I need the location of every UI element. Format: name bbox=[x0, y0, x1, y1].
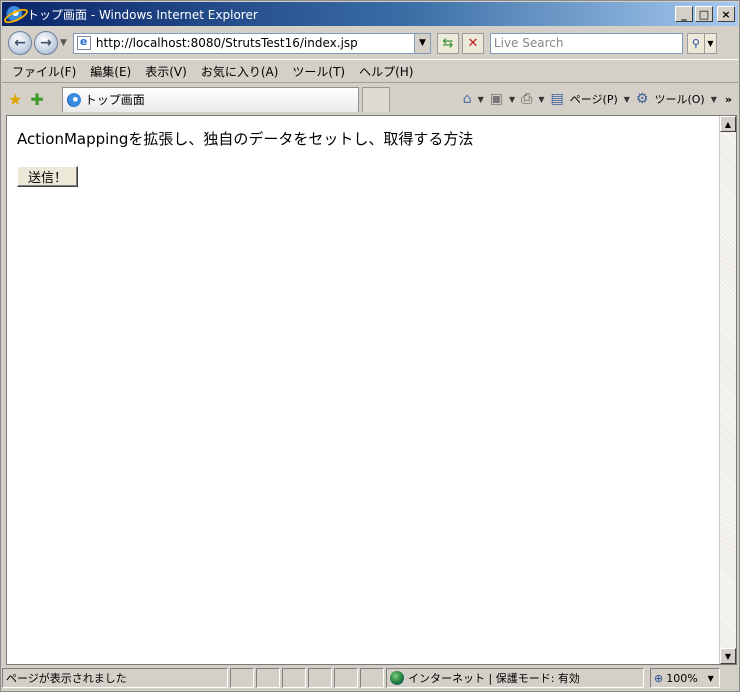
close-button[interactable]: × bbox=[717, 6, 735, 22]
globe-icon bbox=[390, 671, 404, 685]
page-menu-icon: ▤ bbox=[550, 91, 564, 107]
search-options-dropdown[interactable]: ▼ bbox=[704, 32, 717, 54]
status-bar: ページが表示されました インターネット | 保護モード: 有効 ⊕ 100% ▼ bbox=[2, 667, 738, 689]
tools-menu-button[interactable]: ツール(O) bbox=[654, 91, 704, 107]
address-field[interactable]: http://localhost:8080/StrutsTest16/index… bbox=[72, 32, 431, 54]
menu-view[interactable]: 表示(V) bbox=[139, 63, 193, 80]
address-row: ← → ▼ http://localhost:8080/StrutsTest16… bbox=[2, 27, 738, 59]
status-cell bbox=[256, 668, 280, 688]
title-bar: トップ画面 - Windows Internet Explorer _ □ × bbox=[2, 2, 738, 26]
vertical-scrollbar[interactable]: ▲ ▼ bbox=[719, 116, 736, 664]
scroll-up-button[interactable]: ▲ bbox=[720, 116, 736, 132]
back-button[interactable]: ← bbox=[8, 31, 32, 55]
zoom-dropdown[interactable]: ▼ bbox=[708, 674, 714, 683]
ie-window: トップ画面 - Windows Internet Explorer _ □ × … bbox=[0, 0, 740, 692]
search-button[interactable]: ⚲ bbox=[686, 32, 705, 54]
submit-button[interactable]: 送信！ bbox=[17, 166, 79, 187]
command-buttons: ⌂ ▼ ▣ ▼ ⎙ ▼ ▤ ページ(P) ▼ ⚙ ツール(O) ▼ » bbox=[463, 91, 732, 107]
window-title: トップ画面 - Windows Internet Explorer bbox=[27, 7, 258, 22]
forward-button[interactable]: → bbox=[34, 31, 58, 55]
page-viewport: ActionMappingを拡張し、独自のデータをセットし、取得する方法 送信！… bbox=[6, 115, 737, 665]
page-menu-button[interactable]: ページ(P) bbox=[570, 91, 618, 107]
status-cell bbox=[334, 668, 358, 688]
security-zone-label: インターネット | 保護モード: 有効 bbox=[408, 672, 580, 685]
page-heading: ActionMappingを拡張し、独自のデータをセットし、取得する方法 bbox=[17, 130, 474, 148]
status-cell bbox=[360, 668, 384, 688]
page-content: ActionMappingを拡張し、独自のデータをセットし、取得する方法 送信！ bbox=[7, 116, 721, 664]
tab-ie-icon bbox=[66, 92, 81, 107]
stop-icon: ✕ bbox=[467, 35, 479, 51]
menu-file[interactable]: ファイル(F) bbox=[6, 63, 82, 80]
menu-edit[interactable]: 編集(E) bbox=[84, 63, 137, 80]
tab-active[interactable]: トップ画面 bbox=[61, 86, 359, 112]
maximize-button[interactable]: □ bbox=[695, 6, 713, 22]
menu-favorites[interactable]: お気に入り(A) bbox=[195, 63, 285, 80]
tools-menu-dropdown[interactable]: ▼ bbox=[711, 95, 717, 104]
status-cell bbox=[282, 668, 306, 688]
back-arrow-icon: ← bbox=[14, 35, 26, 51]
refresh-icon: ⇆ bbox=[442, 35, 454, 51]
tab-label: トップ画面 bbox=[84, 93, 145, 107]
status-message: ページが表示されました bbox=[2, 668, 228, 688]
status-cell bbox=[230, 668, 254, 688]
minimize-button[interactable]: _ bbox=[675, 6, 693, 22]
menu-help[interactable]: ヘルプ(H) bbox=[353, 63, 419, 80]
zoom-level: 100% bbox=[666, 671, 698, 685]
scroll-down-button[interactable]: ▼ bbox=[720, 648, 736, 664]
status-cell bbox=[308, 668, 332, 688]
forward-arrow-icon: → bbox=[40, 35, 52, 51]
more-commands-chevron-icon[interactable]: » bbox=[725, 93, 732, 106]
zoom-icon: ⊕ bbox=[654, 671, 664, 685]
search-icon: ⚲ bbox=[691, 36, 700, 50]
gear-icon: ⚙ bbox=[635, 91, 649, 107]
menu-bar: ファイル(F) 編集(E) 表示(V) お気に入り(A) ツール(T) ヘルプ(… bbox=[2, 59, 738, 83]
tab-command-bar: ★ ✚ トップ画面 ⌂ ▼ ▣ ▼ ⎙ ▼ ▤ ページ(P) ▼ ⚙ ツール(O… bbox=[2, 84, 738, 114]
stop-button[interactable]: ✕ bbox=[461, 32, 484, 54]
window-controls: _ □ × bbox=[675, 6, 735, 22]
menu-tools[interactable]: ツール(T) bbox=[286, 63, 351, 80]
recent-pages-dropdown[interactable]: ▼ bbox=[60, 38, 67, 48]
feeds-dropdown[interactable]: ▼ bbox=[509, 95, 515, 104]
zoom-control[interactable]: ⊕ 100% ▼ bbox=[650, 668, 720, 688]
search-input[interactable]: Live Search bbox=[489, 32, 683, 54]
print-icon[interactable]: ⎙ bbox=[521, 91, 532, 107]
refresh-button[interactable]: ⇆ bbox=[436, 32, 459, 54]
home-icon[interactable]: ⌂ bbox=[463, 91, 472, 107]
new-tab-button[interactable] bbox=[361, 86, 390, 112]
page-icon bbox=[76, 35, 91, 50]
favorites-star-icon[interactable]: ★ bbox=[8, 90, 22, 109]
security-zone[interactable]: インターネット | 保護モード: 有効 bbox=[386, 668, 644, 688]
feeds-icon[interactable]: ▣ bbox=[490, 91, 503, 107]
page-menu-dropdown[interactable]: ▼ bbox=[624, 95, 630, 104]
ie-logo-icon bbox=[6, 6, 22, 22]
home-dropdown[interactable]: ▼ bbox=[478, 95, 484, 104]
address-dropdown[interactable]: ▼ bbox=[413, 33, 430, 53]
print-dropdown[interactable]: ▼ bbox=[538, 95, 544, 104]
add-favorite-icon[interactable]: ✚ bbox=[30, 90, 43, 109]
address-text[interactable]: http://localhost:8080/StrutsTest16/index… bbox=[96, 36, 358, 50]
